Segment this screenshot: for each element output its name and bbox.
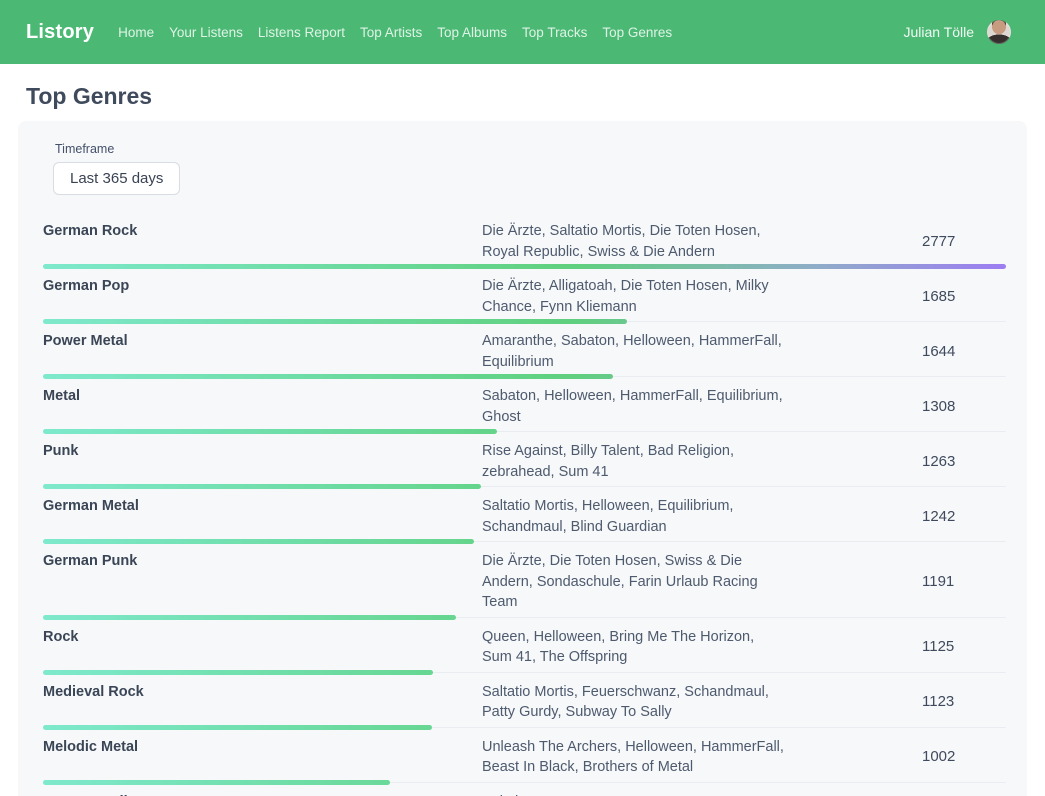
genre-row: German MetalSaltatio Mortis, Helloween, …: [43, 487, 1006, 542]
genre-name: Rock: [43, 627, 482, 647]
genre-row: RockQueen, Helloween, Bring Me The Horiz…: [43, 618, 1006, 673]
nav-item-top-artists[interactable]: Top Artists: [360, 25, 422, 40]
user-name[interactable]: Julian Tölle: [903, 24, 974, 40]
genre-row: Power MetalAmaranthe, Sabaton, Helloween…: [43, 322, 1006, 377]
genre-listen-count: 1002: [787, 747, 1006, 767]
top-genres-card: Timeframe Last 365 days German RockDie Ä…: [18, 121, 1027, 796]
genre-listen-count: 1644: [787, 342, 1006, 362]
genre-row: German PopDie Ärzte, Alligatoah, Die Tot…: [43, 267, 1006, 322]
genre-listen-count: 1125: [787, 637, 1006, 657]
genre-name: Power Metal: [43, 331, 482, 351]
nav-links: Home Your Listens Listens Report Top Artist…: [118, 25, 903, 40]
main-content: Top Genres Timeframe Last 365 days Germa…: [0, 83, 1045, 796]
genre-top-artists: Unleash The Archers, Helloween, HammerFa…: [482, 737, 787, 778]
nav-item-top-albums[interactable]: Top Albums: [437, 25, 507, 40]
genre-name: Metal: [43, 386, 482, 406]
timeframe-label: Timeframe: [55, 142, 1006, 156]
nav-item-top-tracks[interactable]: Top Tracks: [522, 25, 587, 40]
genre-listen-count: 1308: [787, 397, 1006, 417]
genre-listen-count: 2777: [787, 232, 1006, 252]
genre-top-artists: Saltatio Mortis, Helloween, Equilibrium,…: [482, 496, 787, 537]
genre-top-artists: Die Ärzte, Saltatio Mortis, Die Toten Ho…: [482, 221, 787, 262]
genre-name: German Punk: [43, 551, 482, 571]
genre-top-artists: Saltatio Mortis, Feuerschwanz, Schandmau…: [482, 682, 787, 723]
genre-name: German Pop: [43, 276, 482, 296]
genre-listen-count: 1191: [787, 572, 1006, 592]
nav-item-top-genres[interactable]: Top Genres: [602, 25, 672, 40]
page-title: Top Genres: [26, 83, 1027, 110]
timeframe-select[interactable]: Last 365 days: [53, 162, 180, 195]
genre-top-artists: Die Ärzte, Alligatoah, Die Toten Hosen, …: [482, 276, 787, 317]
nav-user-area: Julian Tölle: [903, 20, 1011, 44]
genre-listen-count: 1242: [787, 507, 1006, 527]
brand-logo[interactable]: Listory: [26, 21, 94, 44]
genre-listen-count: 1263: [787, 452, 1006, 472]
nav-item-home[interactable]: Home: [118, 25, 154, 40]
genre-listen-count: 1123: [787, 692, 1006, 712]
genre-name: German Rock: [43, 221, 482, 241]
nav-item-listens-report[interactable]: Listens Report: [258, 25, 345, 40]
genre-row: MetalSabaton, Helloween, HammerFall, Equ…: [43, 377, 1006, 432]
genre-top-artists: Die Ärzte, Die Toten Hosen, Swiss & Die …: [482, 551, 787, 613]
genre-name: German Metal: [43, 496, 482, 516]
genre-top-artists: Queen, Helloween, Bring Me The Horizon, …: [482, 627, 787, 668]
genre-top-artists: Bukahara, Käptn Peng, KYTES, Von Wegen L…: [482, 792, 787, 796]
genre-row: German PunkDie Ärzte, Die Toten Hosen, S…: [43, 542, 1006, 618]
genre-row: PunkRise Against, Billy Talent, Bad Reli…: [43, 432, 1006, 487]
genre-name: Medieval Rock: [43, 682, 482, 702]
genre-name: Melodic Metal: [43, 737, 482, 757]
genre-top-artists: Amaranthe, Sabaton, Helloween, HammerFal…: [482, 331, 787, 372]
genre-name: Punk: [43, 441, 482, 461]
genre-row: Medieval RockSaltatio Mortis, Feuerschwa…: [43, 673, 1006, 728]
genre-top-artists: Rise Against, Billy Talent, Bad Religion…: [482, 441, 787, 482]
genre-top-artists: Sabaton, Helloween, HammerFall, Equilibr…: [482, 386, 787, 427]
genre-listen-count: 1685: [787, 287, 1006, 307]
genres-table: German RockDie Ärzte, Saltatio Mortis, D…: [43, 212, 1006, 796]
genre-name: German Indie: [43, 792, 482, 796]
user-avatar[interactable]: [987, 20, 1011, 44]
nav-item-your-listens[interactable]: Your Listens: [169, 25, 243, 40]
genre-row: German RockDie Ärzte, Saltatio Mortis, D…: [43, 212, 1006, 267]
genre-row: German IndieBukahara, Käptn Peng, KYTES,…: [43, 783, 1006, 796]
genre-row: Melodic MetalUnleash The Archers, Hellow…: [43, 728, 1006, 783]
top-nav: Listory Home Your Listens Listens Report To…: [0, 0, 1045, 64]
